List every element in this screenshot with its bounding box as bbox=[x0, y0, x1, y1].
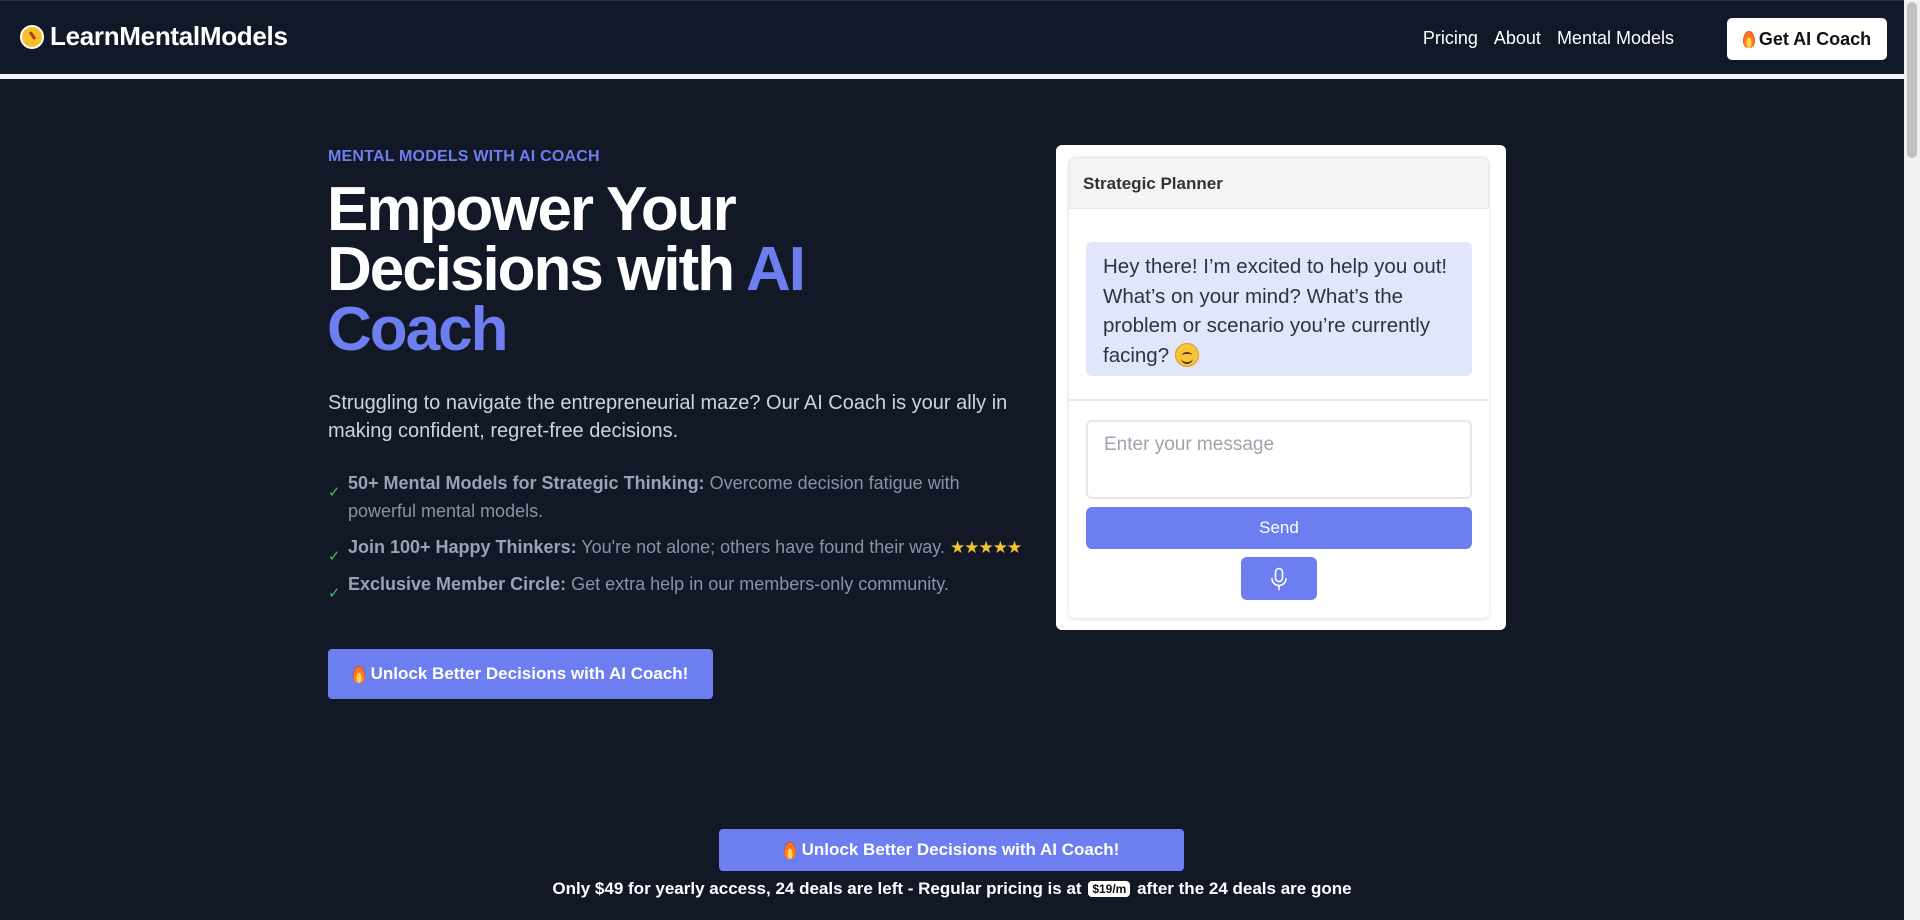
send-button[interactable]: Send bbox=[1086, 507, 1472, 549]
nav-link-pricing[interactable]: Pricing bbox=[1423, 28, 1478, 49]
feature-item: ✓ Join 100+ Happy Thinkers: You're not a… bbox=[328, 533, 1028, 565]
feature-list: ✓ 50+ Mental Models for Strategic Thinki… bbox=[328, 469, 1028, 606]
pricing-text-after: after the 24 deals are gone bbox=[1137, 879, 1352, 898]
nav-link-mental-models[interactable]: Mental Models bbox=[1557, 28, 1674, 49]
unlock-button-label: Unlock Better Decisions with AI Coach! bbox=[370, 664, 689, 683]
headline-line-1: Empower Your bbox=[327, 175, 737, 244]
feature-item: ✓ Exclusive Member Circle: Get extra hel… bbox=[328, 570, 1028, 602]
compass-icon bbox=[20, 24, 44, 49]
fire-icon bbox=[352, 665, 365, 683]
feature-text: You're not alone; others have found thei… bbox=[581, 537, 945, 557]
nav-link-about[interactable]: About bbox=[1494, 28, 1541, 49]
bottom-unlock-label: Unlock Better Decisions with AI Coach! bbox=[801, 840, 1120, 859]
microphone-button[interactable] bbox=[1241, 557, 1317, 600]
hero-eyebrow: MENTAL MODELS WITH AI COACH bbox=[328, 148, 600, 165]
chat-title: Strategic Planner bbox=[1069, 157, 1489, 209]
feature-item: ✓ 50+ Mental Models for Strategic Thinki… bbox=[328, 469, 1028, 525]
scrollbar-thumb[interactable] bbox=[1907, 2, 1917, 158]
message-input[interactable] bbox=[1086, 420, 1472, 499]
brand-logo[interactable]: LearnMentalModels bbox=[20, 21, 288, 52]
pricing-text-before: Only $49 for yearly access, 24 deals are… bbox=[552, 879, 1082, 898]
nav-links: Pricing About Mental Models bbox=[1423, 28, 1674, 49]
feature-title: 50+ Mental Models for Strategic Thinking… bbox=[348, 473, 705, 493]
chat-divider bbox=[1069, 399, 1489, 401]
hero-subhead: Struggling to navigate the entrepreneuri… bbox=[328, 392, 1008, 442]
bot-message-text: Hey there! I’m excited to help you out! … bbox=[1103, 255, 1448, 367]
feature-text: Get extra help in our members-only commu… bbox=[571, 574, 949, 594]
get-ai-coach-button[interactable]: Get AI Coach bbox=[1727, 18, 1887, 60]
headline-line-2: Decisions with bbox=[327, 235, 735, 304]
checkmark-icon: ✓ bbox=[328, 484, 341, 501]
unlock-better-decisions-button[interactable]: Unlock Better Decisions with AI Coach! bbox=[328, 649, 713, 699]
brand-name: LearnMentalModels bbox=[50, 21, 288, 51]
price-badge: $19/m bbox=[1088, 881, 1131, 897]
smile-emoji-icon bbox=[1174, 342, 1199, 367]
rating-stars: ★★★★★ bbox=[949, 538, 1022, 557]
checkmark-icon: ✓ bbox=[328, 548, 341, 565]
chat-widget: Strategic Planner Hey there! I’m excited… bbox=[1056, 145, 1506, 630]
fire-icon bbox=[783, 841, 796, 859]
bot-message: Hey there! I’m excited to help you out! … bbox=[1086, 242, 1472, 376]
get-ai-coach-label: Get AI Coach bbox=[1758, 28, 1872, 49]
pricing-note: Only $49 for yearly access, 24 deals are… bbox=[0, 879, 1904, 899]
chat-panel: Strategic Planner Hey there! I’m excited… bbox=[1069, 157, 1489, 618]
top-navbar: LearnMentalModels Pricing About Mental M… bbox=[0, 0, 1904, 76]
microphone-icon bbox=[1271, 567, 1287, 590]
page-scrollbar[interactable] bbox=[1904, 0, 1920, 920]
fire-icon bbox=[1742, 30, 1755, 48]
feature-title: Join 100+ Happy Thinkers: bbox=[348, 537, 577, 557]
hero-headline: Empower Your Decisions with AI Coach bbox=[327, 179, 887, 361]
bottom-unlock-button[interactable]: Unlock Better Decisions with AI Coach! bbox=[719, 829, 1184, 871]
navbar-divider bbox=[0, 74, 1904, 79]
checkmark-icon: ✓ bbox=[328, 585, 341, 602]
feature-title: Exclusive Member Circle: bbox=[348, 574, 567, 594]
